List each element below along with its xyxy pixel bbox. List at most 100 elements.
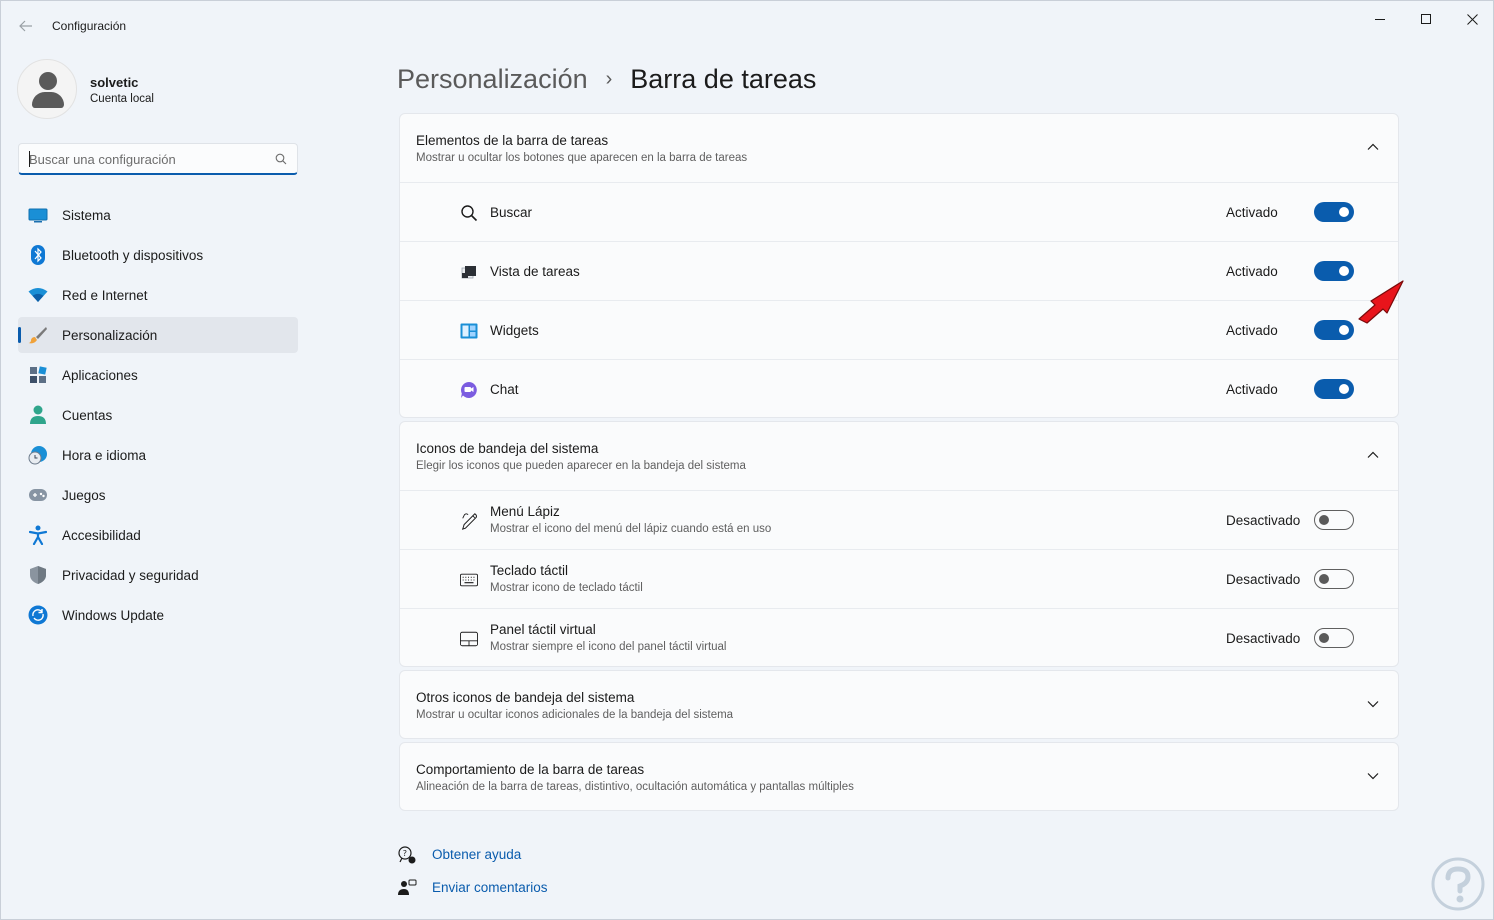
- system-icon: [28, 206, 48, 224]
- taskbar-behavior-header[interactable]: Comportamiento de la barra de tareas Ali…: [400, 743, 1398, 810]
- section-description: Elegir los iconos que pueden aparecer en…: [416, 460, 746, 472]
- close-icon: [1466, 13, 1478, 25]
- toggle-state-text: Desactivado: [1226, 572, 1301, 587]
- sidebar-item-aplicaciones[interactable]: Aplicaciones: [18, 357, 298, 393]
- shield-icon: [28, 566, 48, 584]
- sidebar-item-privacidad[interactable]: Privacidad y seguridad: [18, 557, 298, 593]
- sidebar-item-label: Accesibilidad: [62, 527, 141, 543]
- search-icon: [275, 153, 287, 165]
- sidebar-item-label: Red e Internet: [62, 287, 148, 303]
- maximize-button[interactable]: [1403, 5, 1449, 33]
- touchpad-icon: [460, 630, 478, 648]
- sidebar-item-label: Hora e idioma: [62, 447, 147, 463]
- pen-icon: [460, 512, 478, 530]
- toggle-state-text: Desactivado: [1226, 513, 1301, 528]
- sidebar-item-sistema[interactable]: Sistema: [18, 197, 298, 233]
- setting-description: Mostrar siempre el icono del panel tácti…: [490, 641, 727, 653]
- toggle-switch[interactable]: [1314, 510, 1354, 530]
- sidebar-item-personalizacion[interactable]: Personalización: [18, 317, 298, 353]
- setting-label: Teclado táctil: [490, 563, 569, 578]
- sidebar-item-red[interactable]: Red e Internet: [18, 277, 298, 313]
- setting-row-widgets: Widgets Activado: [400, 300, 1398, 359]
- sidebar-item-label: Sistema: [62, 207, 111, 223]
- taskbar-items-card: Elementos de la barra de tareas Mostrar …: [399, 113, 1399, 418]
- profile-name: solvetic: [90, 75, 139, 90]
- other-tray-icons-header[interactable]: Otros iconos de bandeja del sistema Most…: [400, 671, 1398, 738]
- chevron-down-icon: [1367, 773, 1379, 780]
- toggle-state-text: Activado: [1226, 264, 1278, 279]
- tray-icons-card: Iconos de bandeja del sistema Elegir los…: [399, 421, 1399, 667]
- search-input[interactable]: [29, 150, 265, 168]
- back-arrow-icon: [19, 20, 32, 32]
- section-description: Alineación de la barra de tareas, distin…: [416, 781, 854, 793]
- sidebar-item-windows-update[interactable]: Windows Update: [18, 597, 298, 633]
- keyboard-icon: [460, 571, 478, 589]
- toggle-switch[interactable]: [1314, 320, 1354, 340]
- toggle-switch[interactable]: [1314, 261, 1354, 281]
- taskbar-items-header[interactable]: Elementos de la barra de tareas Mostrar …: [400, 114, 1398, 182]
- toggle-switch[interactable]: [1314, 379, 1354, 399]
- minimize-button[interactable]: [1357, 5, 1403, 33]
- toggle-state-text: Activado: [1226, 205, 1278, 220]
- sidebar-item-label: Windows Update: [62, 607, 165, 623]
- sidebar-item-hora[interactable]: Hora e idioma: [18, 437, 298, 473]
- svg-text:?: ?: [403, 849, 407, 858]
- wifi-icon: [28, 286, 48, 304]
- apps-icon: [28, 366, 48, 384]
- sidebar-item-juegos[interactable]: Juegos: [18, 477, 298, 513]
- breadcrumb-separator: ›: [605, 67, 613, 90]
- sidebar-item-label: Personalización: [62, 327, 158, 343]
- update-icon: [28, 605, 48, 625]
- section-title: Otros iconos de bandeja del sistema: [416, 690, 635, 705]
- chevron-up-icon: [1367, 143, 1379, 150]
- profile-account-type: Cuenta local: [90, 93, 154, 105]
- minimize-icon: [1375, 18, 1385, 20]
- setting-row-panel-tactil: Panel táctil virtual Mostrar siempre el …: [400, 608, 1398, 666]
- widgets-icon: [460, 322, 478, 340]
- clock-globe-icon: [28, 446, 48, 465]
- section-description: Mostrar u ocultar iconos adicionales de …: [416, 709, 734, 721]
- user-profile[interactable]: solvetic Cuenta local: [17, 59, 307, 119]
- toggle-switch[interactable]: [1314, 628, 1354, 648]
- setting-label: Vista de tareas: [490, 264, 580, 279]
- settings-window: Configuración solvetic Cuenta local Sist…: [0, 0, 1494, 920]
- sidebar-nav: Sistema Bluetooth y dispositivos Red e I…: [18, 197, 298, 637]
- setting-row-teclado-tactil: Teclado táctil Mostrar icono de teclado …: [400, 549, 1398, 608]
- close-button[interactable]: [1449, 5, 1494, 33]
- section-title: Elementos de la barra de tareas: [416, 133, 609, 148]
- task-view-icon: [460, 263, 478, 281]
- person-icon: [28, 405, 48, 424]
- page-title: Barra de tareas: [630, 63, 817, 94]
- setting-label: Menú Lápiz: [490, 504, 560, 519]
- feedback-icon: [398, 879, 417, 895]
- search-box[interactable]: [18, 143, 298, 175]
- sidebar-item-cuentas[interactable]: Cuentas: [18, 397, 298, 433]
- setting-description: Mostrar icono de teclado táctil: [490, 582, 643, 594]
- setting-description: Mostrar el icono del menú del lápiz cuan…: [490, 523, 772, 535]
- send-feedback-text: Enviar comentarios: [432, 880, 548, 895]
- sidebar-item-bluetooth[interactable]: Bluetooth y dispositivos: [18, 237, 298, 273]
- sidebar-item-label: Juegos: [62, 487, 106, 503]
- get-help-link[interactable]: ? Obtener ayuda: [397, 841, 617, 874]
- section-title: Comportamiento de la barra de tareas: [416, 762, 645, 777]
- other-tray-icons-card[interactable]: Otros iconos de bandeja del sistema Most…: [399, 670, 1399, 739]
- avatar: [17, 59, 77, 119]
- text-caret: [29, 151, 30, 167]
- breadcrumb: Personalización › Barra de tareas: [397, 61, 816, 97]
- send-feedback-link[interactable]: Enviar comentarios: [397, 874, 617, 907]
- toggle-switch[interactable]: [1314, 202, 1354, 222]
- breadcrumb-parent[interactable]: Personalización: [397, 64, 588, 95]
- back-button[interactable]: [13, 13, 39, 39]
- taskbar-behavior-card[interactable]: Comportamiento de la barra de tareas Ali…: [399, 742, 1399, 811]
- tray-icons-header[interactable]: Iconos de bandeja del sistema Elegir los…: [400, 422, 1398, 490]
- sidebar-item-accesibilidad[interactable]: Accesibilidad: [18, 517, 298, 553]
- watermark-logo-icon: [1431, 857, 1485, 911]
- chevron-down-icon: [1367, 701, 1379, 708]
- setting-label: Chat: [490, 382, 519, 397]
- help-links: ? Obtener ayuda Enviar comentarios: [397, 841, 617, 907]
- accessibility-icon: [28, 525, 48, 545]
- toggle-switch[interactable]: [1314, 569, 1354, 589]
- section-title: Iconos de bandeja del sistema: [416, 441, 599, 456]
- toggle-state-text: Activado: [1226, 382, 1278, 397]
- setting-label: Widgets: [490, 323, 539, 338]
